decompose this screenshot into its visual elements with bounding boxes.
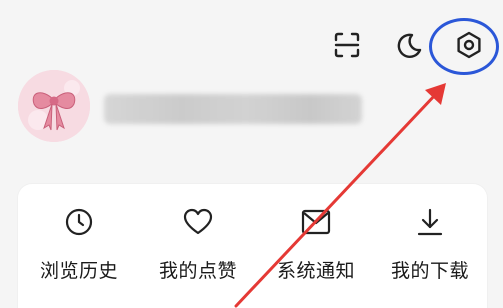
likes-label: 我的点赞 — [158, 260, 237, 282]
likes-button[interactable]: 我的点赞 — [143, 204, 253, 284]
avatar[interactable] — [18, 70, 90, 142]
history-label: 浏览历史 — [39, 260, 118, 282]
notifications-label: 系统通知 — [276, 260, 355, 282]
downloads-label: 我的下载 — [390, 260, 469, 282]
clock-icon — [65, 208, 93, 236]
quick-actions-card: 浏览历史 我的点赞 系统通知 我的下载 — [18, 184, 487, 308]
dark-mode-button[interactable] — [392, 28, 426, 62]
username-blurred — [104, 94, 362, 124]
scan-icon — [334, 32, 360, 58]
downloads-button[interactable]: 我的下载 — [375, 204, 485, 284]
notifications-button[interactable]: 系统通知 — [261, 204, 371, 284]
download-icon — [417, 208, 443, 236]
history-button[interactable]: 浏览历史 — [24, 204, 134, 284]
scan-button[interactable] — [330, 28, 364, 62]
heart-icon — [183, 208, 213, 235]
moon-icon — [397, 33, 422, 58]
annotation-circle — [429, 18, 499, 75]
message-icon — [301, 209, 331, 235]
bow-avatar — [18, 70, 90, 142]
